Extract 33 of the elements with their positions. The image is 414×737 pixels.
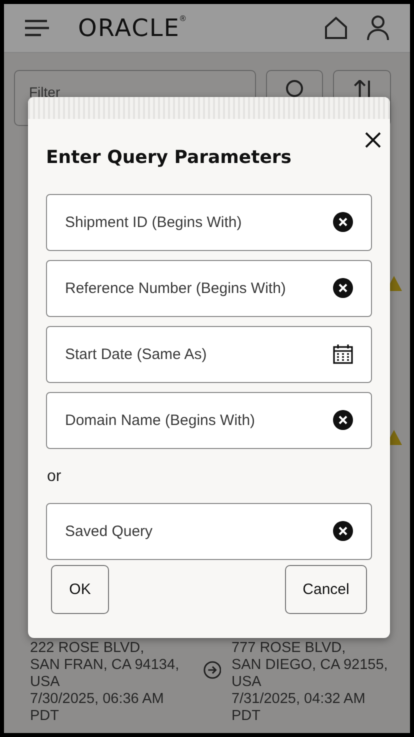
separator-text: or [47, 468, 62, 486]
registered-mark: ® [180, 14, 186, 23]
input-field[interactable]: Domain Name (Begins With) [46, 392, 372, 449]
destination-text: PDT [231, 708, 262, 725]
clear-icon[interactable] [333, 521, 353, 541]
destination-text: USA [231, 674, 262, 691]
ok-button[interactable]: OK [51, 565, 109, 614]
calendar-icon[interactable] [333, 344, 353, 364]
user-icon[interactable] [366, 15, 390, 41]
cancel-button[interactable]: Cancel [285, 565, 367, 614]
origin-text: PDT [30, 708, 60, 725]
origin-text: SAN FRAN, CA 94134, [30, 657, 180, 674]
origin-text: USA [30, 674, 61, 691]
origin-text: 222 ROSE BLVD, [30, 640, 146, 657]
destination-text: 7/31/2025, 04:32 AM [231, 691, 366, 708]
search-icon [286, 80, 303, 97]
logo-text: ORACLE [78, 14, 180, 42]
input-field[interactable]: Shipment ID (Begins With) [46, 194, 372, 251]
clear-icon[interactable] [333, 278, 353, 298]
menu-icon[interactable] [24, 19, 50, 37]
close-button[interactable] [364, 131, 382, 149]
clear-icon[interactable] [333, 212, 353, 232]
input-field[interactable]: Saved Query [46, 503, 372, 560]
clear-icon[interactable] [333, 410, 353, 430]
input-field[interactable]: Reference Number (Begins With) [46, 260, 372, 317]
destination-text: SAN DIEGO, CA 92155, [231, 657, 389, 674]
input-field[interactable]: Start Date (Same As) [46, 326, 372, 383]
sort-icon [354, 80, 370, 98]
home-icon[interactable] [324, 16, 348, 40]
destination-text: 777 ROSE BLVD, [231, 640, 347, 657]
close-icon [364, 131, 382, 149]
origin-text: 7/30/2025, 06:36 AM [30, 691, 165, 708]
dialog-title: Enter Query Parameters [46, 147, 293, 168]
